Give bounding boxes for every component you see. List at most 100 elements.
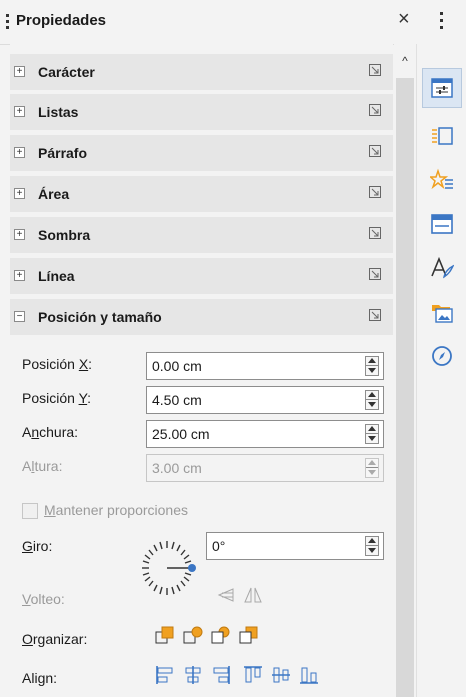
- pos-x-label: Posición X:: [22, 356, 93, 372]
- width-stepper[interactable]: [365, 424, 379, 444]
- height-value: 3.00 cm: [152, 460, 202, 476]
- close-icon[interactable]: ×: [398, 8, 410, 31]
- panel-title: Propiedades: [16, 12, 107, 29]
- rotation-label: Giro:: [22, 538, 53, 554]
- decrement-icon[interactable]: [368, 436, 376, 441]
- expand-icon[interactable]: +: [14, 147, 25, 158]
- tab-gallery[interactable]: [422, 160, 462, 200]
- pos-y-stepper[interactable]: [365, 390, 379, 410]
- more-options-corner-icon[interactable]: [369, 104, 381, 116]
- section-paragraph[interactable]: + Párrafo: [10, 135, 393, 173]
- expand-icon[interactable]: +: [14, 229, 25, 240]
- expand-icon[interactable]: +: [14, 188, 25, 199]
- pos-y-label: Posición Y:: [22, 390, 92, 406]
- tab-character-style[interactable]: [422, 248, 462, 288]
- keep-ratio-checkbox: [22, 503, 38, 519]
- pos-x-value[interactable]: 0.00 cm: [152, 358, 202, 374]
- pos-y-spinbox[interactable]: 4.50 cm: [146, 386, 384, 414]
- more-options-corner-icon[interactable]: [369, 64, 381, 76]
- align-middle-icon[interactable]: [270, 664, 292, 686]
- decrement-icon[interactable]: [368, 368, 376, 373]
- tab-page[interactable]: [422, 204, 462, 244]
- align-center-icon[interactable]: [182, 664, 204, 686]
- more-options-corner-icon[interactable]: [369, 268, 381, 280]
- vertical-scrollbar[interactable]: ^: [394, 44, 416, 697]
- decrement-icon: [368, 470, 376, 475]
- increment-icon[interactable]: [368, 392, 376, 397]
- align-right-icon[interactable]: [210, 664, 232, 686]
- section-label: Sombra: [38, 227, 91, 243]
- height-label: Altura:: [22, 458, 63, 474]
- section-label: Listas: [38, 104, 79, 120]
- tab-image-folder[interactable]: [422, 292, 462, 332]
- more-options-corner-icon[interactable]: [369, 186, 381, 198]
- tab-navigator[interactable]: [422, 336, 462, 376]
- back-one-icon[interactable]: [210, 624, 232, 646]
- increment-icon[interactable]: [368, 538, 376, 543]
- more-options-icon[interactable]: [440, 12, 444, 33]
- properties-icon: [431, 78, 453, 98]
- section-label: Párrafo: [38, 145, 88, 161]
- tab-styles[interactable]: [422, 116, 462, 156]
- send-to-back-icon[interactable]: [238, 624, 260, 646]
- rotation-dial[interactable]: [132, 533, 202, 603]
- drag-handle-icon[interactable]: [6, 14, 9, 30]
- flip-vertical-icon: [217, 588, 234, 602]
- pos-y-value[interactable]: 4.50 cm: [152, 392, 202, 408]
- increment-icon[interactable]: [368, 426, 376, 431]
- tab-properties[interactable]: [422, 68, 462, 108]
- image-folder-icon: [432, 305, 453, 323]
- section-line[interactable]: + Línea: [10, 258, 393, 296]
- rotation-value[interactable]: 0°: [212, 538, 225, 554]
- section-label: Línea: [38, 268, 75, 284]
- increment-icon: [368, 460, 376, 465]
- width-label: Anchura:: [22, 424, 79, 440]
- align-top-icon[interactable]: [242, 664, 264, 686]
- expand-icon[interactable]: +: [14, 270, 25, 281]
- scroll-thumb[interactable]: [396, 78, 414, 697]
- page-icon: [431, 214, 453, 234]
- align-bottom-icon[interactable]: [298, 664, 320, 686]
- scroll-up-icon[interactable]: ^: [394, 54, 416, 68]
- collapse-icon[interactable]: −: [14, 311, 25, 322]
- section-label: Posición y tamaño: [38, 309, 162, 325]
- expand-icon[interactable]: +: [14, 66, 25, 77]
- pos-x-spinbox[interactable]: 0.00 cm: [146, 352, 384, 380]
- decrement-icon[interactable]: [368, 402, 376, 407]
- section-label: Área: [38, 186, 70, 202]
- align-left-icon[interactable]: [154, 664, 176, 686]
- section-character[interactable]: + Carácter: [10, 54, 393, 92]
- character-style-icon: [431, 256, 454, 279]
- align-label: Align:: [22, 670, 58, 686]
- properties-sidebar: Propiedades × + Carácter + Listas + Párr…: [0, 0, 466, 697]
- styles-icon: [432, 127, 453, 145]
- expand-icon[interactable]: +: [14, 106, 25, 117]
- rotation-spinbox[interactable]: 0°: [206, 532, 384, 560]
- increment-icon[interactable]: [368, 358, 376, 363]
- section-label: Carácter: [38, 64, 95, 80]
- flip-label: Volteo:: [22, 591, 65, 607]
- decrement-icon[interactable]: [368, 548, 376, 553]
- keep-ratio-label: Mantener proporciones: [44, 502, 188, 518]
- section-position-size[interactable]: − Posición y tamaño: [10, 299, 393, 337]
- section-area[interactable]: + Área: [10, 176, 393, 214]
- more-options-corner-icon[interactable]: [369, 145, 381, 157]
- gallery-icon: [430, 168, 453, 190]
- more-options-corner-icon[interactable]: [369, 309, 381, 321]
- bring-to-front-icon[interactable]: [154, 624, 176, 646]
- more-options-corner-icon[interactable]: [369, 227, 381, 239]
- rotation-stepper[interactable]: [365, 536, 379, 556]
- width-value[interactable]: 25.00 cm: [152, 426, 210, 442]
- height-stepper: [365, 458, 379, 478]
- height-spinbox: 3.00 cm: [146, 454, 384, 482]
- properties-content: + Carácter + Listas + Párrafo + Área + S…: [10, 44, 393, 697]
- section-lists[interactable]: + Listas: [10, 94, 393, 132]
- sidebar-titlebar: Propiedades ×: [0, 0, 466, 45]
- pos-x-stepper[interactable]: [365, 356, 379, 376]
- width-spinbox[interactable]: 25.00 cm: [146, 420, 384, 448]
- forward-one-icon[interactable]: [182, 624, 204, 646]
- section-shadow[interactable]: + Sombra: [10, 217, 393, 255]
- arrange-label: Organizar:: [22, 631, 88, 647]
- flip-horizontal-icon: [244, 587, 262, 603]
- navigator-icon: [432, 346, 452, 366]
